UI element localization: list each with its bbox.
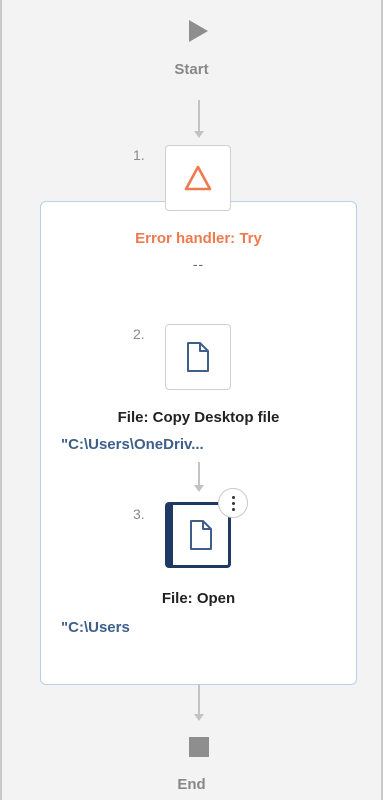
- end-stop-icon: [189, 737, 209, 757]
- connector-line: [198, 462, 200, 486]
- step-number: 1.: [133, 147, 145, 163]
- kebab-dot-icon: [231, 501, 235, 505]
- connector-arrow-icon: [194, 131, 204, 138]
- step-1-node[interactable]: [165, 145, 231, 211]
- step-2-param: "C:\Users\OneDriv...: [61, 436, 204, 453]
- error-handler-subtitle: --: [192, 256, 205, 272]
- kebab-dot-icon: [231, 507, 235, 511]
- step-3-title: File: Open: [161, 590, 236, 607]
- end-label: End: [177, 776, 206, 793]
- step-3-param: "C:\Users: [61, 619, 130, 636]
- step-2-node[interactable]: [165, 324, 231, 390]
- start-play-icon: [189, 20, 208, 42]
- connector-line: [198, 100, 200, 132]
- connector-arrow-icon: [194, 714, 204, 721]
- step-number: 2.: [133, 326, 145, 342]
- connector-line: [198, 685, 200, 715]
- file-icon: [189, 520, 212, 550]
- warning-triangle-icon: [184, 165, 212, 191]
- step-2-title: File: Copy Desktop file: [117, 409, 280, 426]
- error-handler-title: Error handler: Try: [135, 230, 262, 247]
- start-label: Start: [174, 61, 209, 78]
- kebab-dot-icon: [231, 495, 235, 499]
- step-number: 3.: [133, 506, 145, 522]
- connector-arrow-icon: [194, 485, 204, 492]
- file-icon: [187, 342, 209, 372]
- step-3-more-options-button[interactable]: [218, 488, 248, 518]
